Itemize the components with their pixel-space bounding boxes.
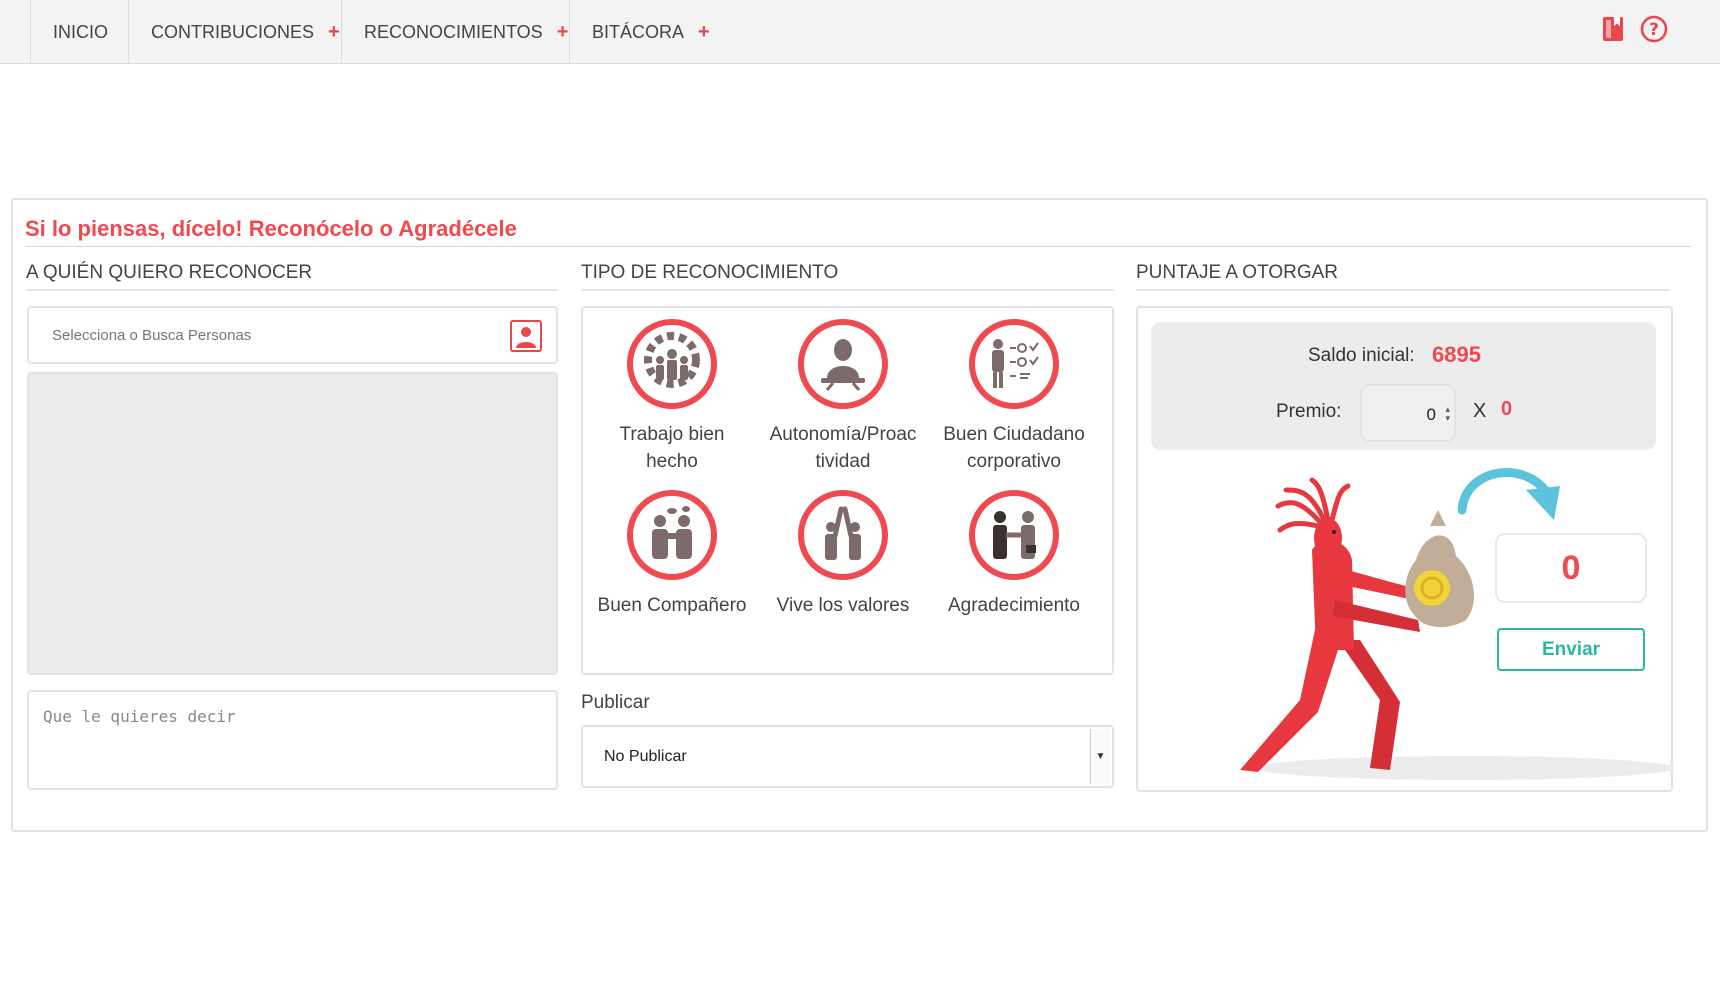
stepper-arrows-icon[interactable]: ▴ ▾	[1445, 405, 1450, 423]
score-heading: PUNTAJE A OTORGAR	[1136, 262, 1339, 283]
type-trabajo-bien-hecho[interactable]: Trabajo bien hecho	[587, 318, 757, 475]
type-buen-ciudadano[interactable]: Buen Ciudadano corporativo	[929, 318, 1099, 475]
publish-label: Publicar	[581, 692, 650, 713]
recipient-heading: A QUIÉN QUIERO RECONOCER	[26, 262, 313, 283]
prize-label: Premio:	[1276, 401, 1342, 422]
type-agradecimiento[interactable]: Agradecimiento	[929, 489, 1099, 619]
type-label: Buen Ciudadano corporativo	[943, 424, 1085, 472]
search-placeholder: Selecciona o Busca Personas	[52, 327, 252, 344]
type-label: Autonomía/Proac tividad	[769, 424, 917, 472]
balance-value: 6895	[1432, 342, 1481, 367]
type-label: Buen Compañero	[597, 595, 747, 616]
high-five-icon	[798, 490, 888, 580]
person-picker-icon[interactable]	[510, 320, 542, 352]
multiplier-label: X	[1473, 400, 1487, 422]
person-checklist-icon	[969, 319, 1059, 409]
type-vive-valores[interactable]: Vive los valores	[758, 489, 928, 619]
nav-bitacora[interactable]: BITÁCORA +	[569, 0, 719, 64]
publish-value: No Publicar	[604, 748, 687, 765]
divider	[1136, 289, 1669, 291]
divider	[27, 289, 558, 291]
handshake-icon	[969, 490, 1059, 580]
total-points-display: 0	[1495, 533, 1647, 603]
plus-icon: +	[328, 20, 340, 43]
type-label: Trabajo bien hecho	[619, 424, 725, 472]
plus-icon: +	[698, 20, 710, 43]
page-title: Si lo piensas, dícelo! Reconócelo o Agra…	[25, 216, 517, 241]
nav-reconocimientos-label: RECONOCIMIENTOS	[364, 21, 543, 42]
divider	[581, 289, 1114, 291]
person-search-input[interactable]: Selecciona o Busca Personas	[27, 306, 558, 364]
help-icon[interactable]: ?	[1639, 14, 1669, 44]
nav-bitacora-label: BITÁCORA	[592, 21, 685, 42]
message-placeholder: Que le quieres decir	[43, 707, 236, 726]
svg-text:?: ?	[1649, 20, 1659, 40]
type-heading: TIPO DE RECONOCIMIENTO	[581, 262, 839, 283]
nav-inicio-label: INICIO	[53, 21, 109, 42]
nav-contribuciones-label: CONTRIBUCIONES	[151, 21, 315, 42]
gear-team-icon	[627, 319, 717, 409]
type-buen-companero[interactable]: Buen Compañero	[587, 489, 757, 619]
prize-stepper[interactable]: 0 ▴ ▾	[1360, 384, 1456, 442]
message-textarea[interactable]: Que le quieres decir	[27, 690, 558, 790]
send-button[interactable]: Enviar	[1497, 628, 1645, 671]
type-label: Vive los valores	[776, 595, 910, 616]
chevron-down-icon[interactable]: ▼	[1090, 729, 1110, 784]
nav-contribuciones[interactable]: CONTRIBUCIONES +	[128, 0, 342, 64]
plus-icon: +	[556, 20, 569, 43]
balance-label: Saldo inicial:	[1308, 345, 1415, 366]
selected-people-list	[27, 372, 558, 675]
divider	[25, 246, 1691, 247]
giving-character-illustration	[1240, 468, 1675, 780]
nav-inicio[interactable]: INICIO	[30, 0, 129, 64]
nav-reconocimientos[interactable]: RECONOCIMIENTOS +	[341, 0, 570, 64]
multiplier-value: 0	[1501, 398, 1513, 420]
type-autonomia[interactable]: Autonomía/Proac tividad	[758, 318, 928, 475]
group-chat-icon	[627, 490, 717, 580]
bookmark-icon[interactable]	[1598, 14, 1628, 44]
type-label: Agradecimiento	[947, 595, 1081, 616]
top-nav: INICIO CONTRIBUCIONES + RECONOCIMIENTOS …	[0, 0, 1720, 64]
prize-value: 0	[1426, 405, 1436, 424]
person-desk-icon	[798, 319, 888, 409]
publish-select[interactable]: No Publicar ▼	[581, 725, 1114, 788]
